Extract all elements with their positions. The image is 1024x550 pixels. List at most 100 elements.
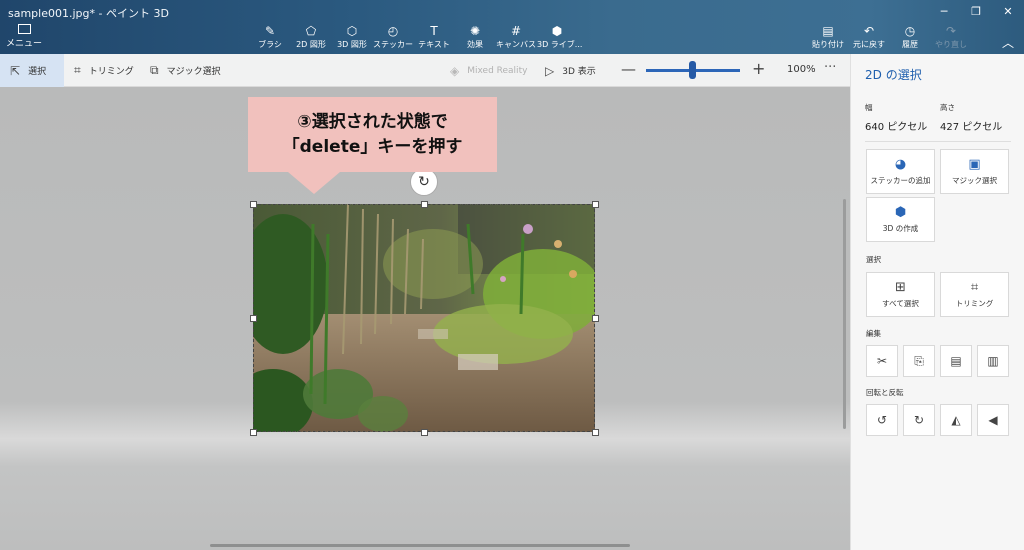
tool-label: キャンバス (496, 40, 536, 49)
zoom-value[interactable]: 100% (787, 64, 816, 75)
magic-select-icon: ▣ (968, 156, 981, 172)
paste-button[interactable]: ▤ 貼り付け (808, 24, 848, 54)
menu-button[interactable]: メニュー (6, 24, 42, 52)
options-bar: ⇱ 選択 ⌗ トリミング ⧉ マジック選択 ◈ Mixed Reality ▷ … (0, 54, 850, 87)
collapse-ribbon-button[interactable]: ︿ (1002, 34, 1014, 51)
history-group: ▤ 貼り付け ↶ 元に戻す ◷ 履歴 ↷ やり直し (808, 24, 972, 54)
side-panel: 2D の選択 幅 640 ピクセル 高さ 427 ピクセル ◕ ステッカーの追加… (850, 54, 1024, 550)
history-button[interactable]: ◷ 履歴 (890, 24, 930, 54)
callout-line-2: 「delete」キーを押す (282, 136, 463, 157)
paste-panel-button[interactable]: ▤ (940, 345, 972, 377)
minimize-button[interactable]: ─ (928, 0, 960, 22)
history-icon: ◷ (904, 24, 916, 38)
vertical-scrollbar[interactable] (843, 199, 846, 429)
mixed-reality-button[interactable]: ◈ Mixed Reality (450, 54, 527, 87)
mixed-reality-label: Mixed Reality (467, 65, 528, 76)
select-all-button[interactable]: ⊞ すべて選択 (866, 272, 935, 317)
cut-button[interactable]: ✂ (866, 345, 898, 377)
crop-icon: ⌗ (74, 63, 81, 77)
shapes-2d-tool[interactable]: ⬠ 2D 図形 (291, 24, 331, 54)
rotate-right-icon: ↻ (913, 413, 925, 427)
resize-handle-sw[interactable] (250, 429, 257, 436)
3d-library-tool[interactable]: ⬢ 3D ライブ... (537, 24, 582, 54)
tool-label: 貼り付け (812, 40, 844, 49)
trim-label: トリミング (88, 67, 134, 77)
magic-select-panel-button[interactable]: ▣ マジック選択 (940, 149, 1009, 194)
height-label: 高さ (940, 103, 955, 112)
undo-button[interactable]: ↶ 元に戻す (849, 24, 889, 54)
brush-tool[interactable]: ✎ ブラシ (250, 24, 290, 54)
text-tool[interactable]: T テキスト (414, 24, 454, 54)
add-sticker-button[interactable]: ◕ ステッカーの追加 (866, 149, 935, 194)
canvas-area[interactable]: ↻ ③選択された状態で 「delete」キーを押す (0, 87, 850, 550)
shapes-3d-tool[interactable]: ⬡ 3D 図形 (332, 24, 372, 54)
effects-tool[interactable]: ✺ 効果 (455, 24, 495, 54)
tool-label: 元に戻す (853, 40, 885, 49)
maximize-button[interactable]: ❐ (960, 0, 992, 22)
view-3d-icon: ▷ (545, 63, 555, 78)
view-3d-button[interactable]: ▷ 3D 表示 (545, 54, 596, 87)
cube-icon: ⬢ (894, 204, 907, 220)
tool-label: 2D 図形 (296, 40, 326, 49)
tool-label: テキスト (418, 40, 450, 49)
menu-label: メニュー (6, 39, 43, 49)
tool-label: 履歴 (902, 40, 918, 49)
magic-select-button[interactable]: ⧉ マジック選択 (150, 54, 221, 87)
flip-vertical-button[interactable]: ◀ (977, 404, 1009, 436)
magic-select-label: マジック選択 (952, 175, 997, 185)
copy-button[interactable]: ⎘ (903, 345, 935, 377)
tool-label: ステッカー (373, 40, 413, 49)
tool-label: ブラシ (258, 40, 282, 49)
panel-divider (865, 141, 1011, 142)
select-tool-button[interactable]: ⇱ 選択 (0, 54, 64, 87)
tool-label: やり直し (935, 40, 967, 49)
resize-handle-e[interactable] (592, 315, 599, 322)
resize-handle-s[interactable] (421, 429, 428, 436)
sticker-tool[interactable]: ◴ ステッカー (373, 24, 413, 54)
resize-handle-n[interactable] (421, 201, 428, 208)
paste-icon: ▤ (822, 24, 834, 38)
rotate-section-label: 回転と反転 (866, 388, 904, 397)
horizontal-scrollbar[interactable] (210, 544, 630, 547)
rotate-left-button[interactable]: ↺ (866, 404, 898, 436)
canvas-tool[interactable]: # キャンバス (496, 24, 536, 54)
rotate-icon: ↻ (418, 174, 430, 190)
delete-button[interactable]: ▥ (977, 345, 1009, 377)
make-3d-button[interactable]: ⬢ 3D の作成 (866, 197, 935, 242)
trimming-button[interactable]: ⌗ トリミング (940, 272, 1009, 317)
scissors-icon: ✂ (876, 354, 888, 368)
flip-vertical-icon: ◀ (988, 413, 998, 427)
more-options-button[interactable]: ··· (824, 60, 836, 75)
resize-handle-nw[interactable] (250, 201, 257, 208)
width-value[interactable]: 640 ピクセル (865, 118, 927, 133)
add-sticker-label: ステッカーの追加 (870, 175, 931, 185)
resize-handle-ne[interactable] (592, 201, 599, 208)
zoom-in-button[interactable]: + (752, 59, 765, 78)
magic-label: マジック選択 (166, 67, 221, 77)
make-3d-label: 3D の作成 (882, 223, 919, 233)
trim-tool-button[interactable]: ⌗ トリミング (74, 54, 134, 87)
rotate-handle[interactable]: ↻ (410, 168, 438, 196)
zoom-out-button[interactable]: — (621, 60, 636, 78)
rotate-right-button[interactable]: ↻ (903, 404, 935, 436)
crop-icon: ⌗ (970, 279, 979, 295)
tool-label: 3D 図形 (337, 40, 367, 49)
paste-icon: ▤ (950, 354, 962, 368)
rotate-left-icon: ↺ (876, 413, 888, 427)
close-button[interactable]: ✕ (992, 0, 1024, 22)
3d-library-icon: ⬢ (551, 24, 563, 38)
zoom-slider-thumb[interactable] (689, 61, 696, 79)
flip-horizontal-button[interactable]: ◭ (940, 404, 972, 436)
height-value[interactable]: 427 ピクセル (940, 118, 1002, 133)
selection-border[interactable] (253, 204, 595, 432)
tool-label: 効果 (467, 40, 483, 49)
edit-section-label: 編集 (866, 329, 881, 338)
resize-handle-se[interactable] (592, 429, 599, 436)
resize-handle-w[interactable] (250, 315, 257, 322)
redo-button[interactable]: ↷ やり直し (931, 24, 971, 54)
redo-icon: ↷ (945, 24, 957, 38)
select-label: 選択 (28, 67, 47, 77)
sticker-icon: ◕ (894, 156, 907, 172)
folder-icon (17, 24, 31, 34)
shapes-2d-icon: ⬠ (305, 24, 317, 38)
